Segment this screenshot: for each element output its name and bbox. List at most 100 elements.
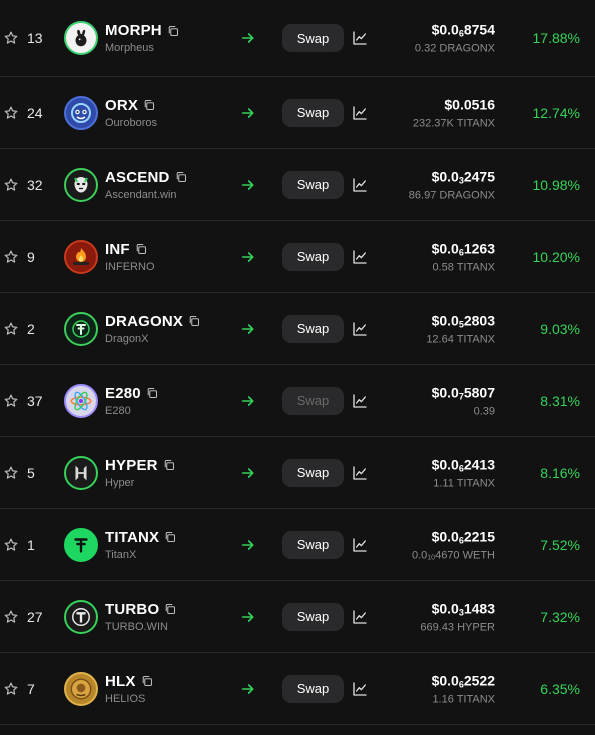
rank-number: 32: [27, 176, 43, 193]
token-symbol: ASCEND: [105, 168, 170, 186]
token-symbol: INF: [105, 240, 130, 258]
swap-button[interactable]: Swap: [282, 98, 344, 127]
rank-number: 5: [27, 464, 35, 481]
token-row-inf[interactable]: 9 INF INFERNO Swap $0.061263 0.58 TITANX…: [0, 221, 595, 293]
price-block: $0.0516 232.37K TITANX: [413, 96, 495, 129]
star-icon[interactable]: [3, 30, 19, 46]
star-icon[interactable]: [3, 249, 19, 265]
copy-icon[interactable]: [135, 243, 147, 255]
token-row-e280[interactable]: 37 E280 E280 Swap $0.075807 0.39 8.31%: [0, 365, 595, 437]
price-block: $0.032475 86.97 DRAGONX: [409, 168, 495, 201]
star-icon[interactable]: [3, 681, 19, 697]
star-icon[interactable]: [3, 393, 19, 409]
chart-icon[interactable]: [352, 609, 368, 625]
token-price: $0.052803: [426, 312, 495, 329]
chart-icon[interactable]: [352, 393, 368, 409]
rank-number: 24: [27, 104, 43, 121]
price-prefix: $0.0: [431, 21, 459, 38]
star-icon[interactable]: [3, 465, 19, 481]
copy-icon[interactable]: [163, 459, 175, 471]
token-full-name: TitanX: [105, 548, 137, 561]
chart-icon[interactable]: [352, 105, 368, 121]
chart-icon[interactable]: [352, 465, 368, 481]
swap-button[interactable]: Swap: [282, 242, 344, 271]
token-row-orx[interactable]: 24 ORX Ouroboros Swap $0.0516 232.37K TI…: [0, 77, 595, 149]
token-row-hlx[interactable]: 7 HLX HELIOS Swap $0.062522 1.16 TITANX …: [0, 653, 595, 725]
token-row-ascend[interactable]: 32 ASCEND Ascendant.win Swap $0.032475 8…: [0, 149, 595, 221]
rank-number: 27: [27, 608, 43, 625]
price-block: $0.052803 12.64 TITANX: [426, 312, 495, 345]
chart-icon[interactable]: [352, 681, 368, 697]
token-row-turbo[interactable]: 27 TURBO TURBO.WIN Swap $0.031483 669.43…: [0, 581, 595, 653]
token-symbol: DRAGONX: [105, 312, 184, 330]
token-row-morph[interactable]: 13 MORPH Morpheus Swap $0.068754 0.32 DR…: [0, 0, 595, 77]
token-name-block: INF INFERNO: [105, 241, 155, 273]
swap-button[interactable]: Swap: [282, 458, 344, 487]
amount-prefix: 12.64 TITANX: [426, 333, 495, 345]
token-name-block: TURBO TURBO.WIN: [105, 601, 176, 633]
arrow-right-icon: [241, 179, 254, 190]
token-price: $0.062413: [432, 456, 495, 473]
token-price: $0.062522: [432, 672, 495, 689]
token-row-titanx[interactable]: 1 TITANX TitanX Swap $0.062215 0.0104670…: [0, 509, 595, 581]
token-full-name: Ouroboros: [105, 116, 157, 129]
price-change: 17.88%: [532, 30, 580, 46]
star-icon[interactable]: [3, 177, 19, 193]
price-change: 12.74%: [532, 104, 580, 121]
amount-prefix: 232.37K TITANX: [412, 117, 495, 129]
swap-button[interactable]: Swap: [282, 24, 344, 52]
star-icon[interactable]: [3, 537, 19, 553]
token-amount: 12.64 TITANX: [426, 333, 495, 345]
price-change: 10.20%: [532, 248, 580, 265]
star-icon[interactable]: [3, 105, 19, 121]
token-row-dragonx[interactable]: 2 DRAGONX DragonX Swap $0.052803 12.64 T…: [0, 293, 595, 365]
token-full-name: HELIOS: [105, 692, 146, 705]
token-name-block: HLX HELIOS: [105, 673, 153, 705]
chart-icon[interactable]: [352, 249, 368, 265]
dragonx-icon: [64, 311, 98, 346]
swap-button[interactable]: Swap: [282, 674, 344, 703]
amount-prefix: 0.39: [473, 405, 495, 417]
copy-icon[interactable]: [175, 171, 187, 183]
swap-button[interactable]: Swap: [282, 170, 344, 199]
token-full-name: Hyper: [105, 476, 135, 489]
swap-button[interactable]: Swap: [282, 314, 344, 343]
token-amount: 0.58 TITANX: [432, 261, 495, 273]
token-amount: 0.39: [432, 405, 495, 417]
copy-icon[interactable]: [164, 603, 176, 615]
token-symbol: TITANX: [105, 528, 160, 546]
amount-zero-count: 10: [427, 554, 436, 561]
price-block: $0.062215 0.0104670 WETH: [412, 528, 495, 561]
token-price: $0.068754: [415, 22, 495, 39]
swap-button[interactable]: Swap: [282, 602, 344, 631]
token-name-block: ORX Ouroboros: [105, 97, 157, 129]
price-change: 10.98%: [532, 176, 580, 193]
swap-button[interactable]: Swap: [282, 530, 344, 559]
token-price: $0.032475: [409, 168, 495, 185]
copy-icon[interactable]: [167, 25, 179, 37]
helios-coin-icon: [64, 671, 98, 706]
price-change: 6.35%: [540, 680, 580, 697]
price-digits: 8754: [463, 21, 495, 38]
turbo-t-icon: [64, 599, 98, 634]
copy-icon[interactable]: [141, 675, 153, 687]
copy-icon[interactable]: [164, 531, 176, 543]
copy-icon[interactable]: [146, 387, 158, 399]
token-list: 13 MORPH Morpheus Swap $0.068754 0.32 DR…: [0, 0, 595, 725]
token-name-block: TITANX TitanX: [105, 529, 176, 561]
copy-icon[interactable]: [188, 315, 200, 327]
star-icon[interactable]: [3, 609, 19, 625]
chart-icon[interactable]: [352, 30, 368, 46]
amount-prefix: 86.97 DRAGONX: [408, 189, 495, 201]
price-digits: 5807: [463, 384, 495, 400]
star-icon[interactable]: [3, 321, 19, 337]
token-name-block: MORPH Morpheus: [105, 22, 179, 54]
amount-prefix: 1.11 TITANX: [433, 477, 495, 489]
token-symbol: MORPH: [105, 22, 162, 39]
copy-icon[interactable]: [143, 99, 155, 111]
token-row-hyper[interactable]: 5 HYPER Hyper Swap $0.062413 1.11 TITANX…: [0, 437, 595, 509]
chart-icon[interactable]: [352, 537, 368, 553]
chart-icon[interactable]: [352, 321, 368, 337]
chart-icon[interactable]: [352, 177, 368, 193]
price-prefix: $0.0: [431, 240, 459, 256]
